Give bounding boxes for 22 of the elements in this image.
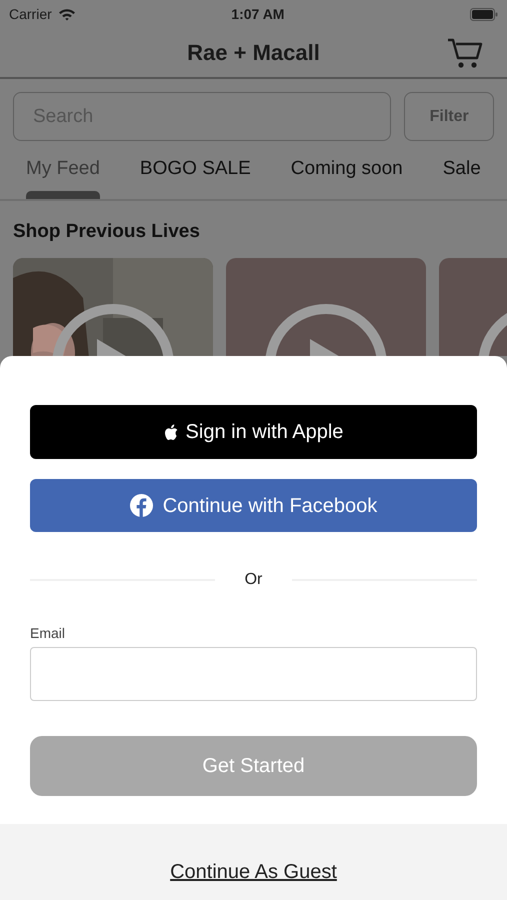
get-started-button: Get Started <box>30 736 477 796</box>
continue-as-guest-link[interactable]: Continue As Guest <box>170 857 337 887</box>
section-title: Shop Previous Lives <box>13 221 200 242</box>
facebook-button[interactable]: Continue with Facebook <box>30 479 477 532</box>
email-field[interactable] <box>30 647 477 701</box>
app-title: Rae + Macall <box>187 39 320 67</box>
clock-time: 1:07 AM <box>231 4 284 24</box>
tab[interactable]: My Feed <box>26 141 100 199</box>
tab[interactable]: Sale <box>442 141 481 199</box>
wifi-icon <box>58 8 76 20</box>
tab[interactable]: Coming soon <box>290 141 403 199</box>
facebook-icon <box>130 494 153 517</box>
email-label: Email <box>30 624 66 643</box>
cart-icon[interactable] <box>447 37 483 69</box>
tab[interactable]: BOGO SALE <box>140 141 251 199</box>
filter-button[interactable]: Filter <box>404 92 494 141</box>
battery-icon <box>470 8 498 20</box>
apple-sign-in-button[interactable]: Sign in with Apple <box>30 405 477 459</box>
apple-icon <box>164 424 178 440</box>
or-divider-label: Or <box>244 570 262 590</box>
carrier-label: Carrier <box>9 4 52 24</box>
video-card[interactable] <box>226 258 426 356</box>
